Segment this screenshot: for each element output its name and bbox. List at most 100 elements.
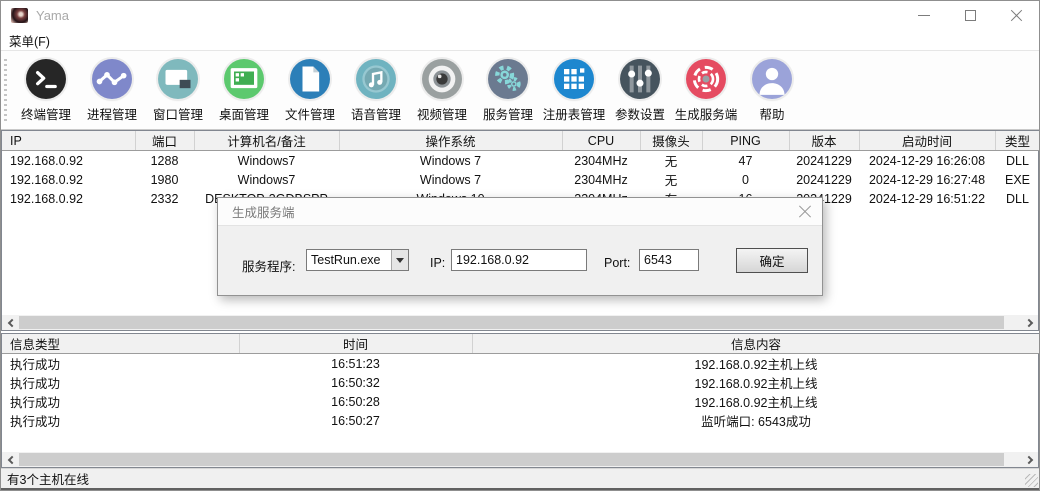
column-header[interactable]: 类型	[995, 131, 1040, 151]
log-table: 信息类型时间信息内容 执行成功16:51:23192.168.0.92主机上线执…	[2, 334, 1040, 430]
toolbar-button-label: 服务管理	[483, 104, 533, 123]
minimize-button[interactable]	[901, 1, 947, 30]
registry-grid-icon	[554, 59, 594, 99]
toolbar-button-sliders[interactable]: 参数设置	[607, 59, 673, 123]
status-message: 有3个主机在线	[1, 469, 89, 488]
ip-input[interactable]	[451, 249, 587, 271]
sliders-icon	[620, 59, 660, 99]
toolbar-button-label: 帮助	[759, 104, 784, 123]
toolbar-grip[interactable]	[4, 59, 7, 121]
cell: Windows7	[194, 170, 339, 189]
cell: 16:51:23	[239, 354, 472, 374]
toolbar-button-registry-grid[interactable]: 注册表管理	[541, 59, 607, 123]
scroll-right-button[interactable]	[1022, 452, 1038, 467]
chevron-left-icon	[7, 318, 15, 326]
cell: 2332	[135, 189, 194, 208]
log-panel: 信息类型时间信息内容 执行成功16:51:23192.168.0.92主机上线执…	[1, 333, 1039, 468]
column-header[interactable]: 端口	[135, 131, 194, 151]
cell: 2304MHz	[562, 170, 640, 189]
app-logo-icon	[11, 8, 28, 23]
toolbar-button-label: 参数设置	[615, 104, 665, 123]
column-header[interactable]: 计算机名/备注	[194, 131, 339, 151]
dropdown-button[interactable]	[391, 250, 408, 270]
column-header[interactable]: IP	[2, 131, 135, 151]
cell: 1288	[135, 151, 194, 171]
menu-item-file[interactable]: 菜单(F)	[1, 31, 58, 50]
log-row[interactable]: 执行成功16:50:28192.168.0.92主机上线	[2, 392, 1040, 411]
cell: 20241229	[789, 151, 859, 171]
cell: 1980	[135, 170, 194, 189]
target-icon	[686, 59, 726, 99]
column-header[interactable]: 操作系统	[339, 131, 562, 151]
cell: 192.168.0.92	[2, 189, 135, 208]
toolbar-button-activity[interactable]: 进程管理	[79, 59, 145, 123]
cell: 192.168.0.92主机上线	[472, 354, 1040, 374]
scrollbar-thumb[interactable]	[19, 453, 1004, 466]
column-header[interactable]: CPU	[562, 131, 640, 151]
cell: DLL	[995, 189, 1040, 208]
chevron-down-icon	[396, 258, 404, 263]
column-header[interactable]: 启动时间	[859, 131, 995, 151]
program-selected-value: TestRun.exe	[307, 250, 391, 270]
maximize-button[interactable]	[947, 1, 993, 30]
window-controls	[901, 1, 1039, 30]
program-label: 服务程序:	[242, 256, 295, 275]
music-icon	[356, 59, 396, 99]
log-row[interactable]: 执行成功16:51:23192.168.0.92主机上线	[2, 354, 1040, 374]
toolbar-button-window[interactable]: 窗口管理	[145, 59, 211, 123]
dialog-close-button[interactable]	[798, 205, 812, 219]
menu-bar: 菜单(F)	[1, 30, 1039, 51]
port-input[interactable]	[639, 249, 699, 271]
host-row[interactable]: 192.168.0.921980Windows7Windows 72304MHz…	[2, 170, 1040, 189]
cell: Windows 7	[339, 170, 562, 189]
toolbar-button-file[interactable]: 文件管理	[277, 59, 343, 123]
program-select[interactable]: TestRun.exe	[306, 249, 409, 271]
camera-lens-icon	[422, 59, 462, 99]
hosts-header-row: IP端口计算机名/备注操作系统CPU摄像头PING版本启动时间类型	[2, 131, 1040, 151]
cell: 0	[702, 170, 789, 189]
column-header[interactable]: 时间	[239, 334, 472, 354]
column-header[interactable]: 版本	[789, 131, 859, 151]
column-header[interactable]: 信息类型	[2, 334, 239, 354]
column-header[interactable]: PING	[702, 131, 789, 151]
log-row[interactable]: 执行成功16:50:27监听端口: 6543成功	[2, 411, 1040, 430]
ip-label: IP:	[430, 256, 445, 270]
gears-icon	[488, 59, 528, 99]
host-row[interactable]: 192.168.0.921288Windows7Windows 72304MHz…	[2, 151, 1040, 171]
scroll-left-button[interactable]	[2, 315, 18, 330]
close-button[interactable]	[993, 1, 1039, 30]
log-row[interactable]: 执行成功16:50:32192.168.0.92主机上线	[2, 373, 1040, 392]
scroll-left-button[interactable]	[2, 452, 18, 467]
dialog-title: 生成服务端	[218, 202, 295, 221]
scroll-right-button[interactable]	[1022, 315, 1038, 330]
column-header[interactable]: 信息内容	[472, 334, 1040, 354]
column-header[interactable]: 摄像头	[640, 131, 702, 151]
toolbar-button-desktop[interactable]: 桌面管理	[211, 59, 277, 123]
cell: 192.168.0.92主机上线	[472, 392, 1040, 411]
activity-icon	[92, 59, 132, 99]
toolbar-button-target[interactable]: 生成服务端	[673, 59, 739, 123]
cell: 192.168.0.92主机上线	[472, 373, 1040, 392]
toolbar-button-label: 桌面管理	[219, 104, 269, 123]
person-icon	[752, 59, 792, 99]
resize-grip[interactable]	[1025, 474, 1038, 487]
cell: 16:50:27	[239, 411, 472, 430]
toolbar-button-music[interactable]: 语音管理	[343, 59, 409, 123]
minimize-icon	[918, 15, 930, 16]
toolbar-button-label: 注册表管理	[543, 104, 606, 123]
toolbar-button-person[interactable]: 帮助	[739, 59, 805, 123]
toolbar-button-label: 窗口管理	[153, 104, 203, 123]
cell: 执行成功	[2, 411, 239, 430]
log-header-row: 信息类型时间信息内容	[2, 334, 1040, 354]
cell: EXE	[995, 170, 1040, 189]
toolbar-button-camera-lens[interactable]: 视频管理	[409, 59, 475, 123]
ok-button[interactable]: 确定	[736, 248, 808, 273]
chevron-right-icon	[1024, 318, 1032, 326]
toolbar-button-terminal[interactable]: 终端管理	[13, 59, 79, 123]
scrollbar-thumb[interactable]	[19, 316, 1004, 329]
log-horizontal-scrollbar[interactable]	[2, 452, 1038, 467]
toolbar-button-gears[interactable]: 服务管理	[475, 59, 541, 123]
hosts-horizontal-scrollbar[interactable]	[2, 315, 1038, 330]
cell: 监听端口: 6543成功	[472, 411, 1040, 430]
window-title: Yama	[36, 8, 69, 23]
